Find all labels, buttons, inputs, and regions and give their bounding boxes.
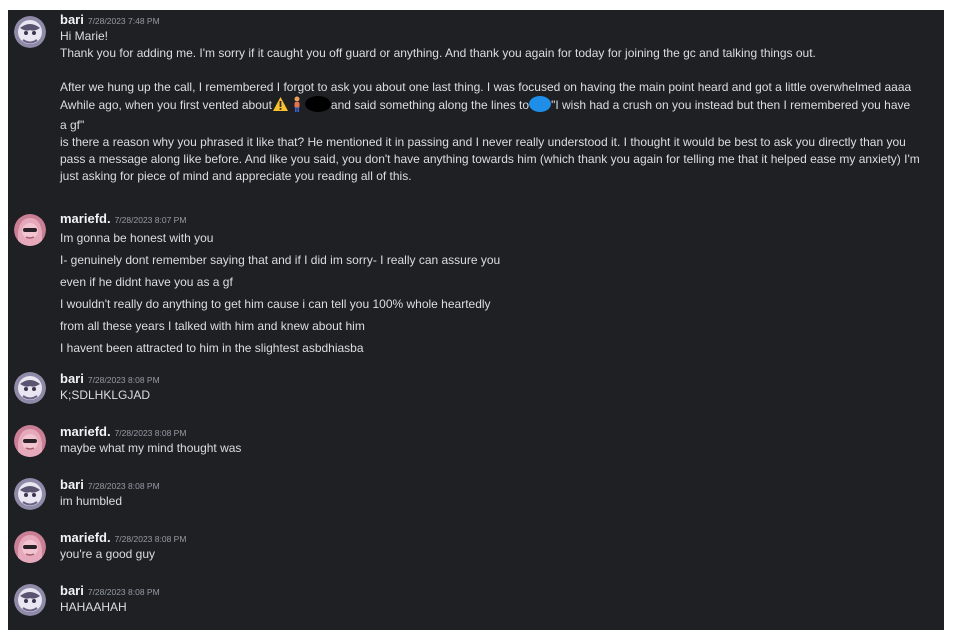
message-author[interactable]: mariefd. xyxy=(60,424,111,439)
message-author[interactable]: mariefd. xyxy=(60,211,111,226)
avatar-bari[interactable] xyxy=(14,478,46,510)
message-author[interactable]: bari xyxy=(60,477,84,492)
message-text-with-emoji: Awhile ago, when you first vented about a… xyxy=(60,96,940,117)
redacted-mention xyxy=(529,96,552,112)
message-text: from all these years I talked with him a… xyxy=(60,319,365,333)
message-text: Im gonna be honest with you xyxy=(60,231,214,245)
message-text: K;SDLHKLGJAD xyxy=(60,388,151,402)
message-text: even if he didnt have you as a gf xyxy=(60,275,233,289)
message-author[interactable]: bari xyxy=(60,12,84,27)
message-text: you're a good guy xyxy=(60,547,156,561)
message-timestamp: 7/28/2023 8:08 PM xyxy=(114,534,187,544)
message-text: I havent been attracted to him in the sl… xyxy=(60,341,364,355)
person-icon xyxy=(292,96,302,117)
message-timestamp: 7/28/2023 8:08 PM xyxy=(114,428,187,438)
message-text: Hi Marie! xyxy=(60,29,109,43)
avatar-mariefd[interactable] xyxy=(14,425,46,457)
message-timestamp: 7/28/2023 8:08 PM xyxy=(87,375,160,385)
redacted-mention xyxy=(304,96,331,112)
message-timestamp: 7/28/2023 7:48 PM xyxy=(87,16,160,26)
avatar-mariefd[interactable] xyxy=(14,214,46,246)
message-text: I- genuinely dont remember saying that a… xyxy=(60,253,501,267)
message-text: is there a reason why you phrased it lik… xyxy=(60,135,906,149)
message-text: pass a message along like before. And li… xyxy=(60,152,920,166)
message-text-segment: and said something along the lines to xyxy=(330,98,530,112)
avatar-bari[interactable] xyxy=(14,584,46,616)
message-author[interactable]: mariefd. xyxy=(60,530,111,545)
message-timestamp: 7/28/2023 8:07 PM xyxy=(114,215,187,225)
message-text: just asking for piece of mind and apprec… xyxy=(60,169,412,183)
message-text: Thank you for adding me. I'm sorry if it… xyxy=(60,46,816,60)
avatar-bari[interactable] xyxy=(14,16,46,48)
avatar-bari[interactable] xyxy=(14,372,46,404)
message-timestamp: 7/28/2023 8:08 PM xyxy=(87,481,160,491)
message-author[interactable]: bari xyxy=(60,583,84,598)
message-text: a gf" xyxy=(60,118,85,132)
message-text: I wouldn't really do anything to get him… xyxy=(60,297,491,311)
avatar-mariefd[interactable] xyxy=(14,531,46,563)
warning-icon xyxy=(272,96,289,117)
message-text-segment: Awhile ago, when you first vented about xyxy=(60,98,272,112)
message-text-segment: "I wish had a crush on you instead but t… xyxy=(551,98,911,112)
message-text: maybe what my mind thought was xyxy=(60,441,242,455)
message-author[interactable]: bari xyxy=(60,371,84,386)
message-timestamp: 7/28/2023 8:08 PM xyxy=(87,587,160,597)
message-text: im humbled xyxy=(60,494,123,508)
message-text: HAHAAHAH xyxy=(60,600,127,614)
message-text: After we hung up the call, I remembered … xyxy=(60,80,912,94)
chat-message-list: bari 7/28/2023 7:48 PM Hi Marie! Thank yo… xyxy=(8,10,944,630)
